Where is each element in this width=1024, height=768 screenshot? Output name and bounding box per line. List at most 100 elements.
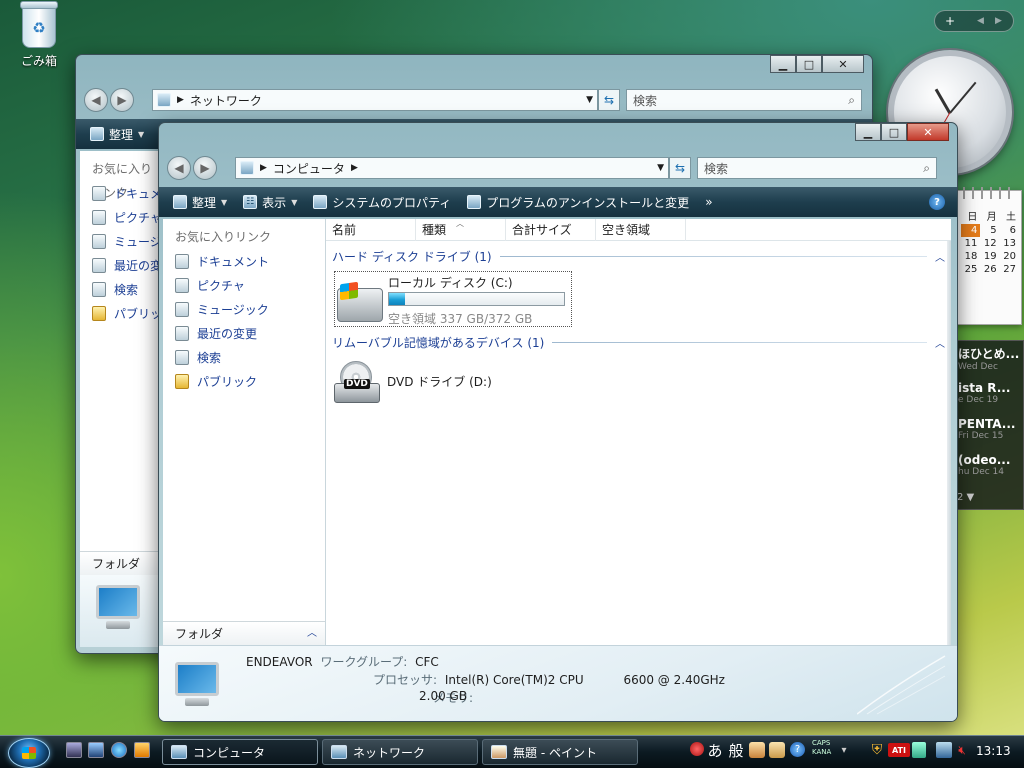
column-headers: 名前 種類 ︿ 合計サイズ 空き領域 [326,219,951,241]
organize-menu[interactable]: 整理 ▼ [167,190,233,214]
uninstall-label: プログラムのアンインストールと変更 [486,195,690,210]
ime-options-icon[interactable]: ▾ [838,742,850,758]
feed-headlines-gadget[interactable]: ほひとめ... Wed Dec ista R... e Dec 19 PENTA... F… [952,340,1024,510]
help-button[interactable]: ? [929,194,945,210]
network-folder-bar[interactable]: フォルダ [80,551,159,575]
minimize-button[interactable]: ▁ [855,123,881,141]
chevron-up-icon[interactable]: ︿ [307,622,317,645]
collapse-chevron-icon[interactable]: ︿ [935,249,945,264]
feed-item[interactable]: ほひとめ... Wed Dec [953,341,1023,377]
computer-search-box[interactable]: 検索 ⌕ [697,157,937,179]
breadcrumb-network[interactable]: ネットワーク [190,92,262,109]
workgroup-label: ワークグループ: [320,655,408,669]
taskbar-item-network[interactable]: ネットワーク [322,739,478,765]
nav-item-1[interactable]: ピクチャ [80,205,162,229]
taskbar-item-paint[interactable]: 無題 - ペイント [482,739,638,765]
system-properties-label: システムのプロパティ [332,195,452,210]
recycle-bin-desktop-icon[interactable]: ごみ箱 [12,1,66,69]
start-button[interactable] [8,738,50,768]
switch-windows-icon[interactable] [88,742,104,758]
security-alert-icon[interactable]: ⛨ [870,742,884,758]
ime-conversion-indicator[interactable]: 般 [727,742,745,760]
group-hard-disk[interactable]: ハード ディスク ドライブ (1) ︿ [332,247,945,265]
computer-address-bar[interactable]: ▶ コンピュータ ▶ ▼ [235,157,669,179]
computer-window[interactable]: ▁ □ ✕ ◀ ▶ ▶ コンピュータ ▶ ▼ ⇆ 検索 ⌕ 整理 ▼ ☷ 表示 … [158,122,958,722]
help-icon[interactable]: ? [790,742,805,757]
internet-explorer-icon[interactable] [111,742,127,758]
network-status-icon[interactable] [936,742,952,758]
more-commands-button[interactable]: » [699,190,718,214]
feed-item[interactable]: (odeo... hu Dec 14 [953,449,1023,485]
system-properties-button[interactable]: システムのプロパティ [307,190,457,214]
close-button[interactable]: ✕ [822,55,864,73]
collapse-chevron-icon[interactable]: ︿ [935,335,945,350]
library-icon [175,277,189,293]
dvd-drive-d-item[interactable]: DVD DVD ドライブ (D:) [334,359,534,411]
forward-button[interactable]: ▶ [110,88,134,112]
computer-folder-bar[interactable]: フォルダ ︿ [163,621,325,645]
nav-item-2[interactable]: ミュージック [163,297,325,321]
details-swoosh-decoration [857,655,946,715]
caret-down-icon: ▼ [221,197,228,207]
uninstall-programs-button[interactable]: プログラムのアンインストールと変更 [461,190,695,214]
address-dropdown-icon[interactable]: ▼ [586,95,593,105]
show-desktop-icon[interactable] [66,742,82,758]
nav-item-3[interactable]: 最近の変更 [80,253,174,277]
language-bar-icon[interactable] [690,742,704,756]
search-icon[interactable]: ⌕ [923,161,930,176]
column-type[interactable]: 種類 ︿ [416,219,506,241]
ime-pad-icon[interactable] [749,742,765,758]
nav-item-4[interactable]: 検索 [80,277,159,301]
taskbar-item-computer[interactable]: コンピュータ [162,739,318,765]
refresh-button[interactable]: ⇆ [598,89,620,111]
close-button[interactable]: ✕ [907,123,949,141]
calendar-gadget[interactable]: 日月土 4 5 6 11 12 13 18 19 20 25 26 27 [950,187,1022,325]
group-hard-disk-title: ハード ディスク ドライブ (1) [332,249,492,264]
add-gadget-button[interactable]: + [945,14,955,28]
tray-app-icon[interactable] [912,742,926,758]
volume-muted-icon[interactable]: 🔇︎ [955,742,969,758]
column-name[interactable]: 名前 [326,219,416,241]
maximize-button[interactable]: □ [881,123,907,141]
computer-nav-row: ◀ ▶ ▶ コンピュータ ▶ ▼ ⇆ 検索 ⌕ [167,155,949,181]
back-button[interactable]: ◀ [167,156,191,180]
nav-item-5[interactable]: パブリック [80,301,174,325]
local-disk-c-item[interactable]: ローカル ディスク (C:) 空き領域 337 GB/372 GB [334,271,572,327]
nav-item-0[interactable]: ドキュメント [163,249,325,273]
calendar-day: 月 [986,212,997,223]
nav-item-4[interactable]: 検索 [163,345,325,369]
network-search-box[interactable]: 検索 ⌕ [626,89,862,111]
search-icon[interactable]: ⌕ [848,93,855,108]
feed-item[interactable]: ista R... e Dec 19 [953,377,1023,413]
feed-nav[interactable]: 2 ▼ [957,492,974,503]
ati-catalyst-icon[interactable]: ATI [888,743,910,757]
network-address-bar[interactable]: ▶ ネットワーク ▼ [152,89,598,111]
nav-item-5[interactable]: パブリック [163,369,325,393]
nav-item-3[interactable]: 最近の変更 [163,321,325,345]
back-button[interactable]: ◀ [84,88,108,112]
group-removable[interactable]: リムーバブル記憶域があるデバイス (1) ︿ [332,333,945,351]
feed-item-title: (odeo... [958,453,1011,467]
view-menu[interactable]: ☷ 表示 ▼ [237,190,303,214]
refresh-button[interactable]: ⇆ [669,157,691,179]
nav-item-1[interactable]: ピクチャ [163,273,325,297]
ime-mode-indicator[interactable]: あ [707,742,723,760]
minimize-button[interactable]: ▁ [770,55,796,73]
prev-gadget-button[interactable]: ◀ [977,16,984,26]
nav-item-2[interactable]: ミュージック [80,229,186,253]
breadcrumb-computer[interactable]: コンピュータ [273,160,345,177]
forward-button[interactable]: ▶ [193,156,217,180]
media-player-icon[interactable] [134,742,150,758]
folder-icon [175,373,189,389]
maximize-button[interactable]: □ [796,55,822,73]
processor-row: プロセッサ: Intel(R) Core(TM)2 CPU 6600 @ 2.4… [373,671,725,688]
feed-item[interactable]: PENTA... Fri Dec 15 [953,413,1023,449]
next-gadget-button[interactable]: ▶ [995,16,1002,26]
organize-menu[interactable]: 整理 ▼ [84,122,150,146]
column-total-size[interactable]: 合計サイズ [506,219,596,241]
ime-tools-icon[interactable] [769,742,785,758]
address-dropdown-icon[interactable]: ▼ [657,163,664,173]
view-icon: ☷ [243,195,258,209]
taskbar-clock[interactable]: 13:13 [976,744,1011,758]
column-free-space[interactable]: 空き領域 [596,219,686,241]
